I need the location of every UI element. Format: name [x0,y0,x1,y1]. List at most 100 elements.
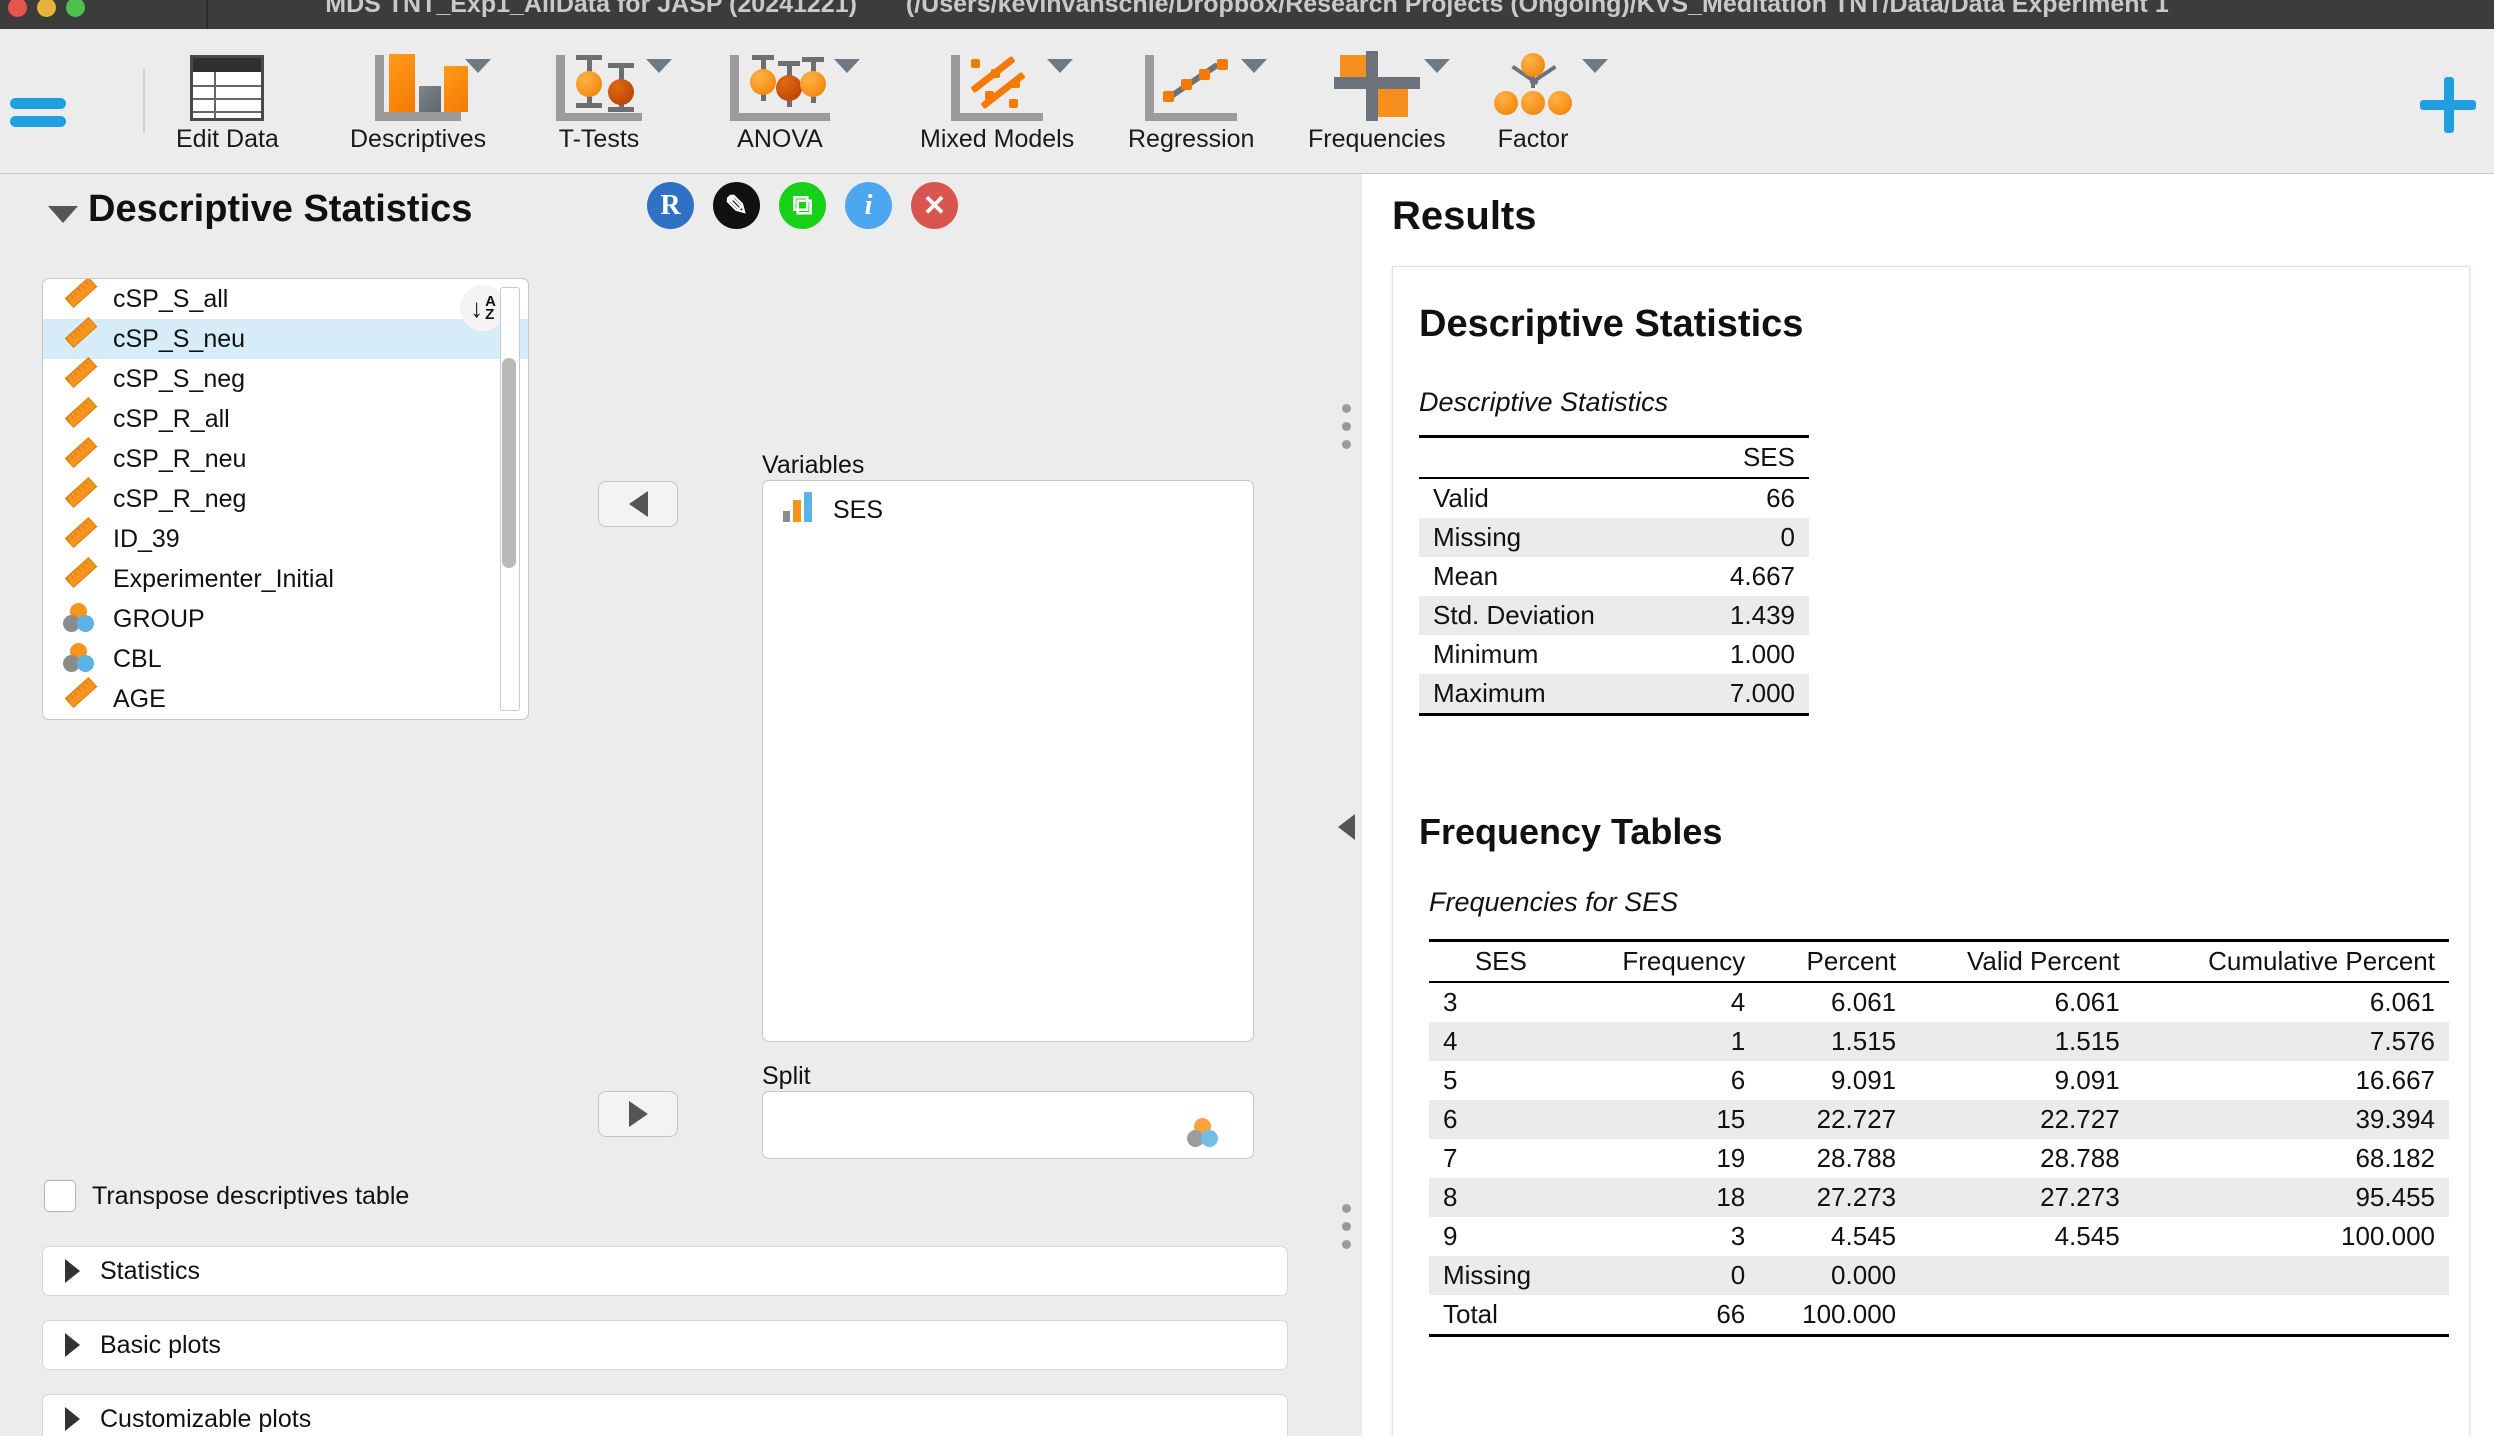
variable-name: cSP_R_neu [113,444,247,473]
list-item[interactable]: Experimenter_Initial [43,556,528,599]
table-row: 7 19 28.788 28.788 68.182 [1429,1139,2449,1178]
cell-value: 100.000 [2341,1221,2435,1251]
chevron-down-icon[interactable] [1241,59,1268,73]
ribbon-label: Regression [1128,125,1255,153]
cell-value: 68.182 [2355,1143,2435,1173]
move-right-button[interactable] [598,1091,678,1137]
chevron-down-icon[interactable] [1423,59,1450,73]
cell-value: 27.273 [2040,1182,2120,1212]
table-row: Minimum 1.000 [1419,635,1809,674]
ribbon-item-frequencies[interactable]: Frequencies [1308,47,1450,169]
ribbon-label: Edit Data [176,125,279,153]
triangle-down-icon[interactable] [48,206,78,223]
checkbox-label: Transpose descriptives table [92,1181,410,1210]
list-item[interactable]: SES [763,489,1253,531]
chevron-down-icon[interactable] [834,59,860,73]
results-panel: Results Descriptive Statistics Descripti… [1362,174,2494,1436]
checkbox-box[interactable] [44,1180,76,1212]
list-item[interactable]: cSP_R_neu [43,436,528,479]
plus-icon[interactable] [2420,77,2476,133]
table-row: Missing 0 0.000 [1429,1256,2449,1295]
list-item[interactable]: GENDER [43,719,528,720]
move-left-button[interactable] [598,481,678,527]
variable-name: Experimenter_Initial [113,564,334,593]
chevron-down-icon[interactable] [646,59,672,73]
triangle-right-icon [65,1259,80,1283]
transpose-descriptives-checkbox[interactable]: Transpose descriptives table [44,1180,409,1212]
frequencies-table-caption: Frequencies for SES [1429,887,1679,917]
cell-value: 100.000 [1802,1299,1897,1329]
split-assigned-box[interactable] [762,1091,1254,1159]
list-item[interactable]: ID_39 [43,516,528,559]
ribbon-item-mixed-models[interactable]: Mixed Models [920,47,1074,169]
row-label: Std. Deviation [1433,600,1595,630]
variables-assigned-box[interactable]: SES [762,480,1254,1042]
cell-value [2134,1256,2449,1295]
table-row: Total 66 100.000 [1429,1295,2449,1334]
cell-value: 18 [1716,1182,1746,1212]
info-icon[interactable]: i [845,182,892,229]
list-item[interactable]: CBL [43,639,528,679]
scale-icon [63,396,98,435]
edit-pencil-icon[interactable]: ✎ [713,182,760,229]
cell-value: 1.439 [1729,600,1795,630]
table-row: 6 15 22.727 22.727 39.394 [1429,1100,2449,1139]
scale-icon [63,556,98,595]
scrollbar-thumb[interactable] [502,358,516,568]
hamburger-icon[interactable] [10,91,66,134]
scale-icon [63,356,98,395]
column-header: SES [1680,436,1809,479]
chevron-down-icon[interactable] [1582,59,1608,73]
splitter-grip-bottom[interactable] [1342,1204,1351,1249]
ribbon-divider [143,69,145,133]
section-customizable-plots[interactable]: Customizable plots [42,1394,1288,1436]
list-item[interactable]: cSP_R_neg [43,476,528,519]
variables-source-list[interactable]: cSP_S_all cSP_S_neu cSP_S_neg cSP_R_all … [42,278,529,720]
duplicate-icon[interactable]: ⧉ [779,182,826,229]
ribbon-item-anova[interactable]: ANOVA [730,47,860,169]
window-title-text: MDS TNT_Exp1_AllData for JASP (20241221) [325,0,857,18]
section-statistics[interactable]: Statistics [42,1246,1288,1296]
table-row: Maximum 7.000 [1419,674,1809,713]
variables-box-label: Variables [762,451,865,479]
ribbon-label: ANOVA [737,125,823,153]
results-title: Results [1392,194,1537,238]
list-item[interactable]: cSP_S_neu [43,316,528,359]
frequencies-table: SES Frequency Percent Valid Percent Cumulati… [1429,939,2449,1337]
ribbon-label: Factor [1497,125,1569,153]
results-card[interactable]: Descriptive Statistics Descriptive Stati… [1392,266,2470,1436]
list-item[interactable]: cSP_R_all [43,396,528,439]
options-panel: Descriptive Statistics R ✎ ⧉ i ✕ cSP_S_a… [0,174,1331,1436]
close-icon[interactable]: ✕ [911,182,958,229]
variables-list-scrollbar[interactable] [500,287,520,711]
chevron-down-icon[interactable] [465,59,492,73]
variable-name: CBL [113,644,162,673]
ribbon-item-t-tests[interactable]: T-Tests [556,47,672,169]
cell-value: 7 [1443,1143,1458,1173]
cell-value: 6.061 [2369,987,2435,1017]
ribbon-item-factor[interactable]: Factor [1488,47,1608,169]
list-item[interactable]: cSP_S_neg [43,356,528,399]
cell-value: 1.000 [1729,639,1795,669]
descriptives-table-caption: Descriptive Statistics [1419,387,1669,417]
ribbon-item-descriptives[interactable]: Descriptives [350,47,492,169]
section-basic-plots[interactable]: Basic plots [42,1320,1288,1370]
list-item[interactable]: cSP_S_all [43,279,528,319]
cell-value: 6.061 [1831,987,1897,1017]
cell-value: 3 [1730,1221,1746,1251]
cell-value: Missing [1443,1260,1532,1290]
ribbon-item-edit-data[interactable]: Edit Data [176,47,279,169]
cell-value: 22.727 [2040,1104,2120,1134]
splitter-grip-top[interactable] [1342,404,1351,449]
panel-splitter[interactable] [1330,174,1362,1436]
r-syntax-icon[interactable]: R [647,182,694,229]
chevron-down-icon[interactable] [1047,59,1074,73]
list-item[interactable]: GROUP [43,599,528,639]
cell-value: 3 [1443,987,1458,1017]
cell-value: 8 [1443,1182,1458,1212]
variable-name: ID_39 [113,524,180,553]
collapse-results-button[interactable] [1338,814,1355,840]
list-item[interactable]: AGE [43,676,528,719]
cell-value: 15 [1716,1104,1746,1134]
ribbon-item-regression[interactable]: Regression [1128,47,1268,169]
